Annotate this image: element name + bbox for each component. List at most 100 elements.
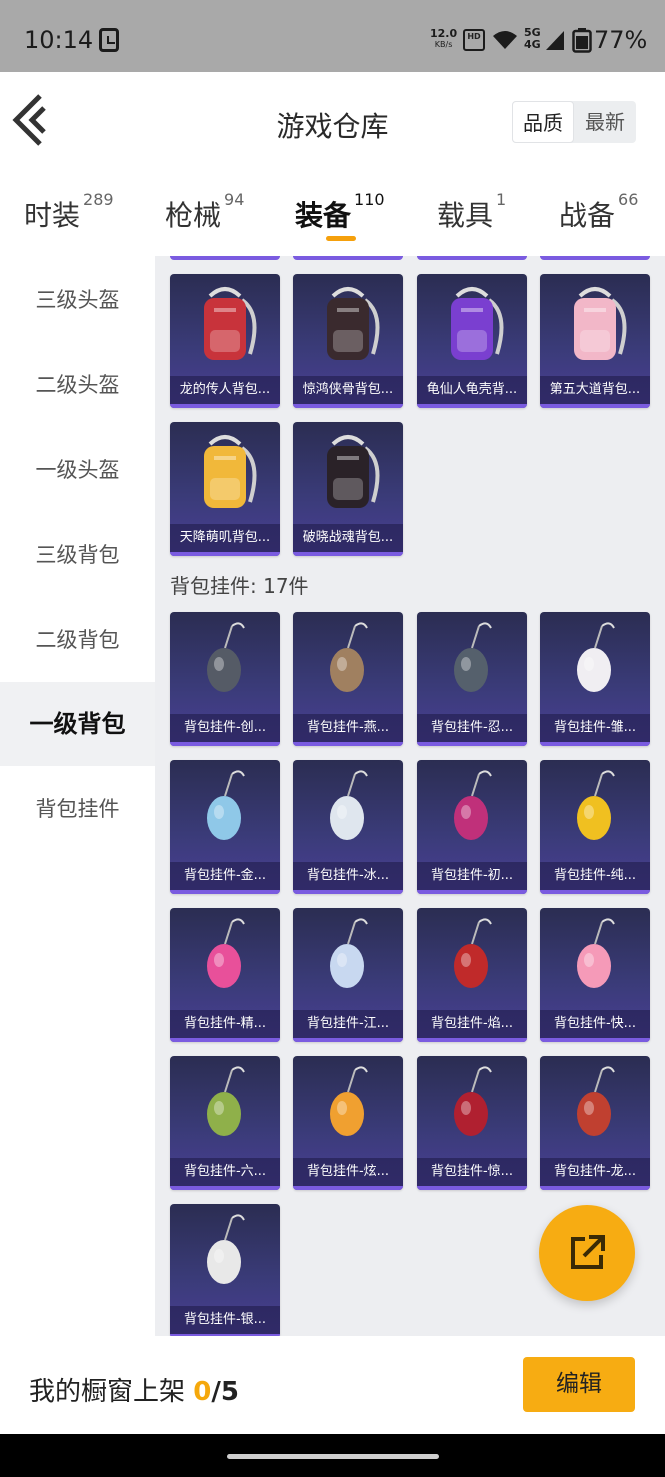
sidebar-item-backpack-pendant[interactable]: 背包挂件 [0,767,155,851]
item-grid: 龙的传人背包... 惊鸿侠骨背包... 龟仙人龟壳背... 第五大道背包... 天降萌叽… [155,256,665,1336]
pendant-item-card[interactable]: 背包挂件-创... [170,612,280,746]
egg-pendant-icon [330,1066,368,1136]
tab-count: 1 [496,190,507,209]
purple-backpack-icon [451,287,504,360]
pendant-item-card[interactable]: 背包挂件-快... [540,908,650,1042]
tab-label: 时装 [24,199,81,232]
card-rarity-bar [170,404,280,408]
snowflake-pendant-icon [330,918,368,988]
pendant-item-card[interactable]: 背包挂件-江... [293,908,403,1042]
pendant-item-card[interactable]: 背包挂件-银... [170,1204,280,1336]
partial-item-card[interactable] [170,256,280,260]
ring-tassel-pendant-icon [454,1066,492,1136]
active-tab-indicator [326,236,356,241]
backpack-item-label: 龙的传人背包... [170,376,280,404]
pendant-item-label: 背包挂件-银... [170,1306,280,1334]
pendant-item-card[interactable]: 背包挂件-冰... [293,760,403,894]
pendant-item-label: 背包挂件-焰... [417,1010,527,1038]
home-indicator[interactable] [227,1454,439,1459]
pink-backpack-icon [574,287,627,360]
pendant-item-card[interactable]: 背包挂件-精... [170,908,280,1042]
pendant-item-card[interactable]: 背包挂件-炫... [293,1056,403,1190]
backpack-item-card[interactable]: 龟仙人龟壳背... [417,274,527,408]
pendant-item-card[interactable]: 背包挂件-忍... [417,612,527,746]
tab-label: 装备 [295,199,352,232]
pendant-item-card[interactable]: 背包挂件-六... [170,1056,280,1190]
screen-record-icon [99,28,119,52]
partial-item-card[interactable] [417,256,527,260]
backpack-item-card[interactable]: 破晓战魂背包... [293,422,403,556]
card-rarity-bar [540,1038,650,1042]
card-rarity-bar [417,1186,527,1190]
pendant-item-card[interactable]: 背包挂件-雏... [540,612,650,746]
robot-pendant-icon [330,770,368,840]
knot-pendant-icon [454,918,492,988]
pendant-item-label: 背包挂件-创... [170,714,280,742]
tab-equipment[interactable]: 装备 110 [295,190,385,234]
backpack-item-card[interactable]: 天降萌叽背包... [170,422,280,556]
partial-item-card[interactable] [293,256,403,260]
tab-count: 66 [618,190,639,209]
partial-item-card[interactable] [540,256,650,260]
sidebar-item-lv3-backpack[interactable]: 三级背包 [0,513,155,597]
card-rarity-bar [540,890,650,894]
sidebar-item-lv1-backpack[interactable]: 一级背包 [0,682,155,766]
tab-guns[interactable]: 枪械 94 [165,190,244,234]
backpack-item-card[interactable]: 龙的传人背包... [170,274,280,408]
tab-count: 94 [224,190,245,209]
pendant-item-label: 背包挂件-冰... [293,862,403,890]
card-rarity-bar [293,890,403,894]
sidebar-item-lv1-helmet[interactable]: 一级头盔 [0,428,155,512]
sort-toggle: 品质 最新 [512,101,636,143]
sidebar-item-lv3-helmet[interactable]: 三级头盔 [0,258,155,342]
pendant-item-card[interactable]: 背包挂件-龙... [540,1056,650,1190]
edit-button[interactable]: 编辑 [523,1357,635,1412]
network-type: 5G 4G [524,26,541,51]
pendant-section-label: 背包挂件: 17件 [170,574,309,598]
tab-fashion[interactable]: 时装 289 [24,190,114,234]
sidebar: 三级头盔 二级头盔 一级头盔 三级背包 二级背包 一级背包 背包挂件 [0,256,155,1336]
tab-vehicles[interactable]: 载具 1 [437,190,506,234]
signal-icon [546,31,564,50]
showcase-label: 我的橱窗上架 [29,1377,194,1407]
showcase-total: /5 [211,1377,239,1407]
tab-supplies[interactable]: 战备 66 [559,190,638,234]
tab-label: 载具 [437,199,494,232]
card-rarity-bar [170,552,280,556]
pendant-item-card[interactable]: 背包挂件-焰... [417,908,527,1042]
card-rarity-bar [417,742,527,746]
pendant-item-label: 背包挂件-快... [540,1010,650,1038]
pendant-item-card[interactable]: 背包挂件-燕... [293,612,403,746]
showcase-status: 我的橱窗上架 0/5 [29,1371,239,1408]
share-button[interactable] [539,1205,635,1301]
sort-by-newest-button[interactable]: 最新 [574,101,636,143]
card-rarity-bar [540,1186,650,1190]
showcase-count: 0 [193,1377,212,1407]
black-backpack-icon [327,287,380,360]
sort-by-quality-button[interactable]: 品质 [512,101,574,143]
card-rarity-bar [293,404,403,408]
card-rarity-bar [170,1038,280,1042]
network-speed: 12.0 KB/s [430,28,457,50]
backpack-item-card[interactable]: 第五大道背包... [540,274,650,408]
sidebar-item-lv2-helmet[interactable]: 二级头盔 [0,343,155,427]
backpack-item-card[interactable]: 惊鸿侠骨背包... [293,274,403,408]
card-rarity-bar [293,1038,403,1042]
status-time: 10:14 [24,26,94,54]
card-rarity-bar [170,890,280,894]
battery-percent: 77% [594,26,648,54]
pendant-item-card[interactable]: 背包挂件-初... [417,760,527,894]
pendant-item-label: 背包挂件-金... [170,862,280,890]
pendant-item-card[interactable]: 背包挂件-纯... [540,760,650,894]
bird-pendant-icon [207,1066,245,1136]
pendant-item-label: 背包挂件-燕... [293,714,403,742]
pendant-item-label: 背包挂件-惊... [417,1158,527,1186]
backpack-item-label: 破晓战魂背包... [293,524,403,552]
pendant-item-label: 背包挂件-炫... [293,1158,403,1186]
pendant-item-card[interactable]: 背包挂件-金... [170,760,280,894]
pendant-item-card[interactable]: 背包挂件-惊... [417,1056,527,1190]
card-rarity-bar [293,1186,403,1190]
category-tabs: 时装 289 枪械 94 装备 110 载具 1 战备 66 [0,172,665,256]
sidebar-item-lv2-backpack[interactable]: 二级背包 [0,598,155,682]
pendant-item-label: 背包挂件-雏... [540,714,650,742]
